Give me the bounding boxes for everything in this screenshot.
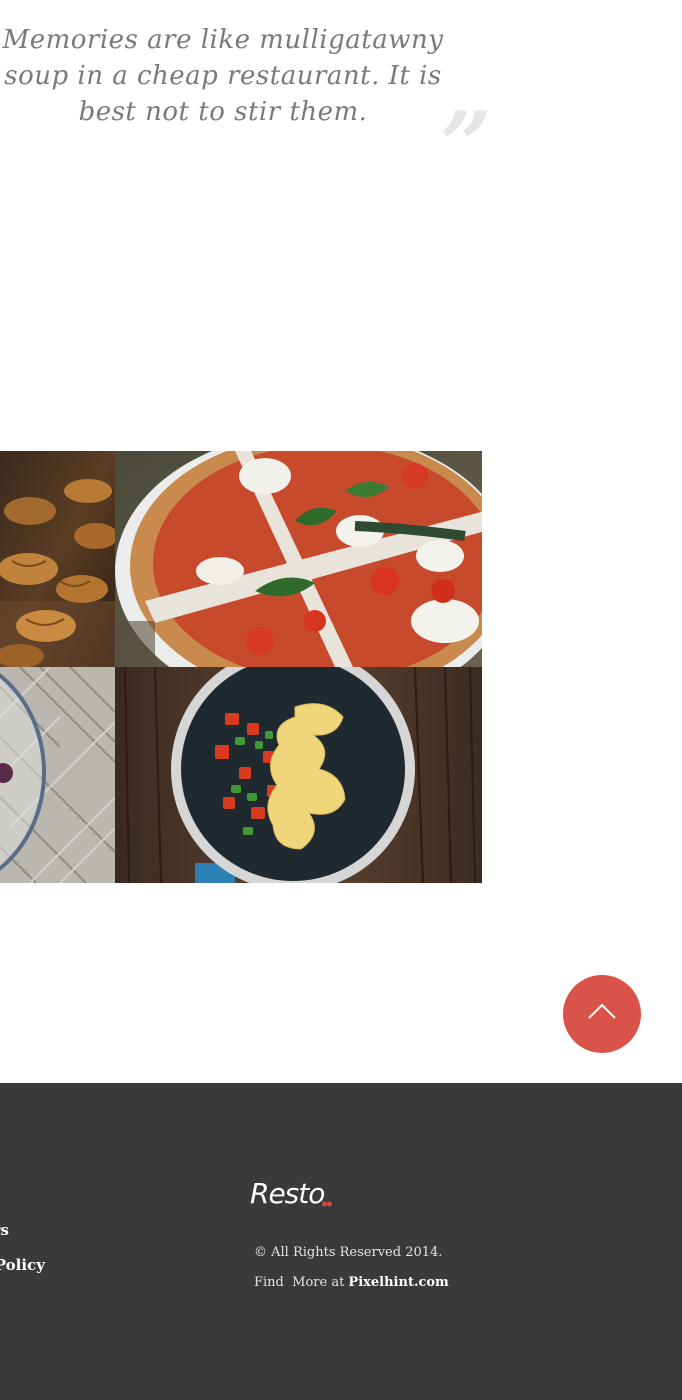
footer-link-contact[interactable]: act <box>0 1283 45 1318</box>
gallery-image-croissants[interactable] <box>0 451 115 667</box>
copyright-text: © All Rights Reserved 2014. <box>254 1245 443 1260</box>
pizza-image <box>115 451 482 667</box>
gallery-image-pan[interactable] <box>115 667 482 883</box>
page: Memories are like mulligatawny soup in a… <box>0 0 682 1400</box>
quote-mark-icon: ” <box>440 92 492 198</box>
croissants-image <box>0 451 115 667</box>
testimonial-quote: Memories are like mulligatawny soup in a… <box>2 25 444 127</box>
back-to-top-button[interactable] <box>563 975 641 1053</box>
plate-image <box>0 667 115 883</box>
copyright: © All Rights Reserved 2014. Find More at… <box>254 1238 449 1298</box>
footer-link-privacy-policy[interactable]: acy Policy <box>0 1248 45 1283</box>
credit-line: Find More at Pixelhint.com <box>254 1268 449 1298</box>
logo-accent-dots-icon <box>322 1201 332 1207</box>
chevron-up-icon <box>588 1003 616 1019</box>
footer-links: ers acy Policy act <box>0 1213 45 1318</box>
gallery-image-plate[interactable] <box>0 667 115 883</box>
pan-with-pasta-image <box>115 667 482 883</box>
gallery-image-pizza[interactable] <box>115 451 482 667</box>
pixelhint-link[interactable]: Pixelhint.com <box>348 1275 448 1290</box>
footer-link-careers[interactable]: ers <box>0 1213 45 1248</box>
credit-prefix: Find More at <box>254 1275 349 1290</box>
footer-logo[interactable]: Resto <box>250 1177 325 1211</box>
footer: ers acy Policy act Resto © All Rights Re… <box>0 1083 682 1400</box>
